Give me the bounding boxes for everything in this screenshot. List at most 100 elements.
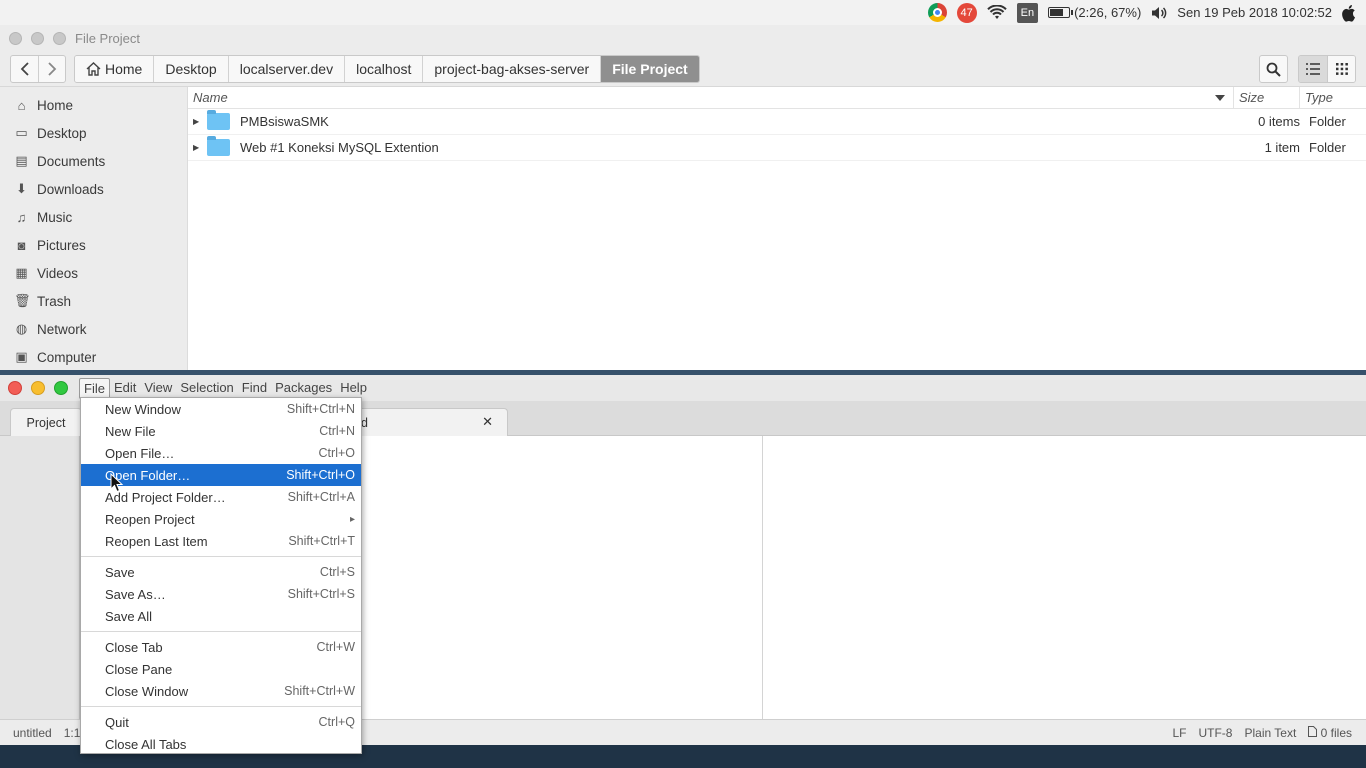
menu-item-new-window[interactable]: New Window Shift+Ctrl+N <box>81 398 361 420</box>
breadcrumb-current[interactable]: File Project <box>601 55 699 82</box>
status-line-ending[interactable]: LF <box>1172 726 1186 740</box>
sidebar-item-computer[interactable]: ▣ Computer <box>0 343 187 370</box>
list-view-button[interactable] <box>1299 56 1327 82</box>
forward-button[interactable] <box>38 55 65 82</box>
sidebar-item-home[interactable]: ⌂ Home <box>0 91 187 119</box>
menu-item-label: Close All Tabs <box>105 736 187 752</box>
menu-item-reopen-project[interactable]: Reopen Project ▸ <box>81 508 361 530</box>
menu-item-shortcut: Shift+Ctrl+W <box>284 684 355 698</box>
menu-selection[interactable]: Selection <box>176 378 237 399</box>
menu-item-save-as[interactable]: Save As… Shift+Ctrl+S <box>81 583 361 605</box>
menu-file[interactable]: File <box>79 377 110 399</box>
maximize-window-button[interactable] <box>53 31 66 45</box>
file-row[interactable]: ▶ Web #1 Koneksi MySQL Extention 1 item … <box>188 135 1366 161</box>
file-type: Folder <box>1309 140 1346 155</box>
sidebar-item-network[interactable]: ◍ Network <box>0 315 187 343</box>
file-manager-titlebar: File Project <box>0 25 1366 51</box>
breadcrumb-project-bag[interactable]: project-bag-akses-server <box>423 55 602 82</box>
menu-item-shortcut: Ctrl+N <box>319 424 355 438</box>
menu-item-label: Open File… <box>105 445 175 461</box>
grid-view-button[interactable] <box>1327 56 1355 82</box>
menu-find[interactable]: Find <box>238 378 271 399</box>
menu-item-label: Reopen Project <box>105 511 195 527</box>
menu-view[interactable]: View <box>140 378 176 399</box>
expand-arrow-icon[interactable]: ▶ <box>193 143 201 152</box>
window-title: File Project <box>75 30 141 46</box>
sidebar-item-downloads[interactable]: ⬇ Downloads <box>0 175 187 203</box>
menu-item-close-pane[interactable]: Close Pane <box>81 658 361 680</box>
breadcrumb-localhost[interactable]: localhost <box>345 55 424 82</box>
keyboard-language-indicator[interactable]: En <box>1016 2 1039 23</box>
menu-separator <box>81 556 361 557</box>
menu-item-close-tab[interactable]: Close Tab Ctrl+W <box>81 636 361 658</box>
menu-item-open-file[interactable]: Open File… Ctrl+O <box>81 442 361 464</box>
sidebar-item-videos[interactable]: ▦ Videos <box>0 259 187 287</box>
project-tree-pane[interactable] <box>0 436 80 719</box>
menu-edit[interactable]: Edit <box>110 378 140 399</box>
minimize-window-button[interactable] <box>31 31 44 45</box>
search-icon <box>1266 62 1281 77</box>
menu-packages[interactable]: Packages <box>271 378 336 399</box>
battery-indicator[interactable]: (2:26, 67%) <box>1048 3 1141 23</box>
sidebar-item-desktop[interactable]: ▭ Desktop <box>0 119 187 147</box>
close-window-button[interactable] <box>9 31 22 45</box>
computer-icon: ▣ <box>15 349 28 364</box>
wifi-icon[interactable] <box>986 3 1007 23</box>
menu-item-save[interactable]: Save Ctrl+S <box>81 561 361 583</box>
breadcrumb-home[interactable]: Home <box>75 55 155 82</box>
close-window-button[interactable] <box>8 381 22 395</box>
column-header-size[interactable]: Size <box>1234 87 1300 108</box>
expand-arrow-icon[interactable]: ▶ <box>193 117 201 126</box>
menu-help[interactable]: Help <box>336 378 371 399</box>
trash-icon: 🗑 <box>14 293 31 308</box>
breadcrumb-localserver[interactable]: localserver.dev <box>228 55 346 82</box>
status-encoding[interactable]: UTF-8 <box>1198 726 1232 740</box>
volume-icon[interactable] <box>1151 3 1167 23</box>
file-icon <box>1308 725 1318 737</box>
menu-item-close-all-tabs[interactable]: Close All Tabs <box>81 733 361 755</box>
chevron-left-icon <box>20 61 29 76</box>
tab-project[interactable]: Project <box>10 408 82 436</box>
status-grammar[interactable]: Plain Text <box>1244 726 1296 740</box>
breadcrumb: Home Desktop localserver.dev localhost p… <box>74 54 700 83</box>
system-top-bar: 47 En (2:26, 67%) Sen 19 Peb 2018 10:02:… <box>0 0 1366 25</box>
close-tab-icon[interactable]: ✕ <box>482 414 493 430</box>
menu-item-new-file[interactable]: New File Ctrl+N <box>81 420 361 442</box>
apple-menu-icon[interactable] <box>1342 3 1358 23</box>
status-filename[interactable]: untitled <box>13 726 52 740</box>
file-menu-dropdown: New Window Shift+Ctrl+N New File Ctrl+N Open… <box>80 397 362 754</box>
view-mode-toggle <box>1298 55 1356 83</box>
search-button[interactable] <box>1259 55 1288 83</box>
column-header-name[interactable]: Name <box>188 87 1234 108</box>
menu-item-label: Save <box>105 564 135 580</box>
home-icon: ⌂ <box>17 97 26 113</box>
breadcrumb-desktop[interactable]: Desktop <box>154 55 229 82</box>
sidebar-item-documents[interactable]: ▤ Documents <box>0 147 187 175</box>
menu-item-reopen-last-item[interactable]: Reopen Last Item Shift+Ctrl+T <box>81 530 361 552</box>
menu-item-shortcut: Ctrl+O <box>318 446 355 460</box>
chrome-tray-icon[interactable] <box>927 3 947 23</box>
status-cursor-position[interactable]: 1:1 <box>64 726 81 740</box>
minimize-window-button[interactable] <box>31 381 45 395</box>
menu-item-label: New Window <box>105 401 181 417</box>
menu-item-shortcut: Shift+Ctrl+O <box>286 468 355 482</box>
sidebar-item-trash[interactable]: 🗑 Trash <box>0 287 187 315</box>
file-row[interactable]: ▶ PMBsiswaSMK 0 items Folder <box>188 109 1366 135</box>
menu-item-shortcut: Ctrl+S <box>319 565 355 579</box>
maximize-window-button[interactable] <box>54 381 68 395</box>
videos-icon: ▦ <box>15 265 28 280</box>
menu-item-label: New File <box>105 423 156 439</box>
menu-item-close-window[interactable]: Close Window Shift+Ctrl+W <box>81 680 361 702</box>
sidebar-item-pictures[interactable]: ◙ Pictures <box>0 231 187 259</box>
secondary-editor-pane[interactable] <box>763 436 1366 719</box>
menu-item-quit[interactable]: Quit Ctrl+Q <box>81 711 361 733</box>
file-size: 1 item <box>1264 140 1300 155</box>
status-files[interactable]: 0 files <box>1308 725 1352 740</box>
notification-badge-icon[interactable]: 47 <box>956 2 977 23</box>
clock[interactable]: Sen 19 Peb 2018 10:02:52 <box>1177 5 1332 20</box>
menu-item-save-all[interactable]: Save All <box>81 605 361 627</box>
column-header-type[interactable]: Type <box>1300 87 1366 108</box>
sidebar-item-music[interactable]: ♫ Music <box>0 203 187 231</box>
file-name: Web #1 Koneksi MySQL Extention <box>240 140 439 155</box>
back-button[interactable] <box>11 56 38 82</box>
